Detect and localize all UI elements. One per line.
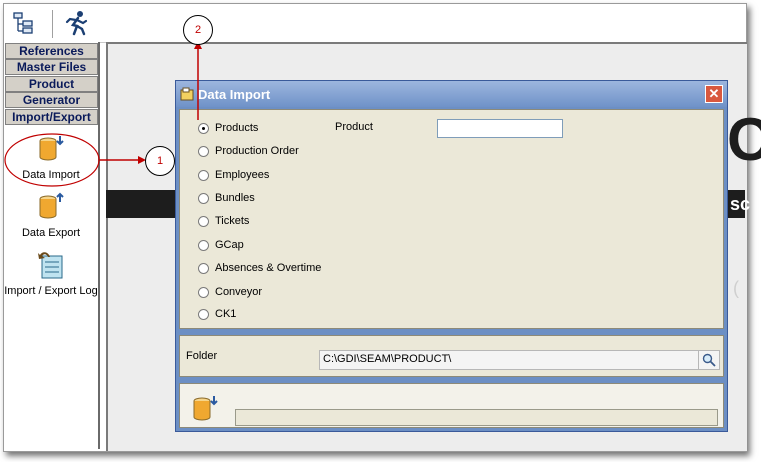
callout-2: 2 xyxy=(183,15,213,45)
highlight-ellipse xyxy=(4,133,100,187)
annotation-overlay xyxy=(4,41,202,187)
callout-1: 1 xyxy=(145,146,175,176)
